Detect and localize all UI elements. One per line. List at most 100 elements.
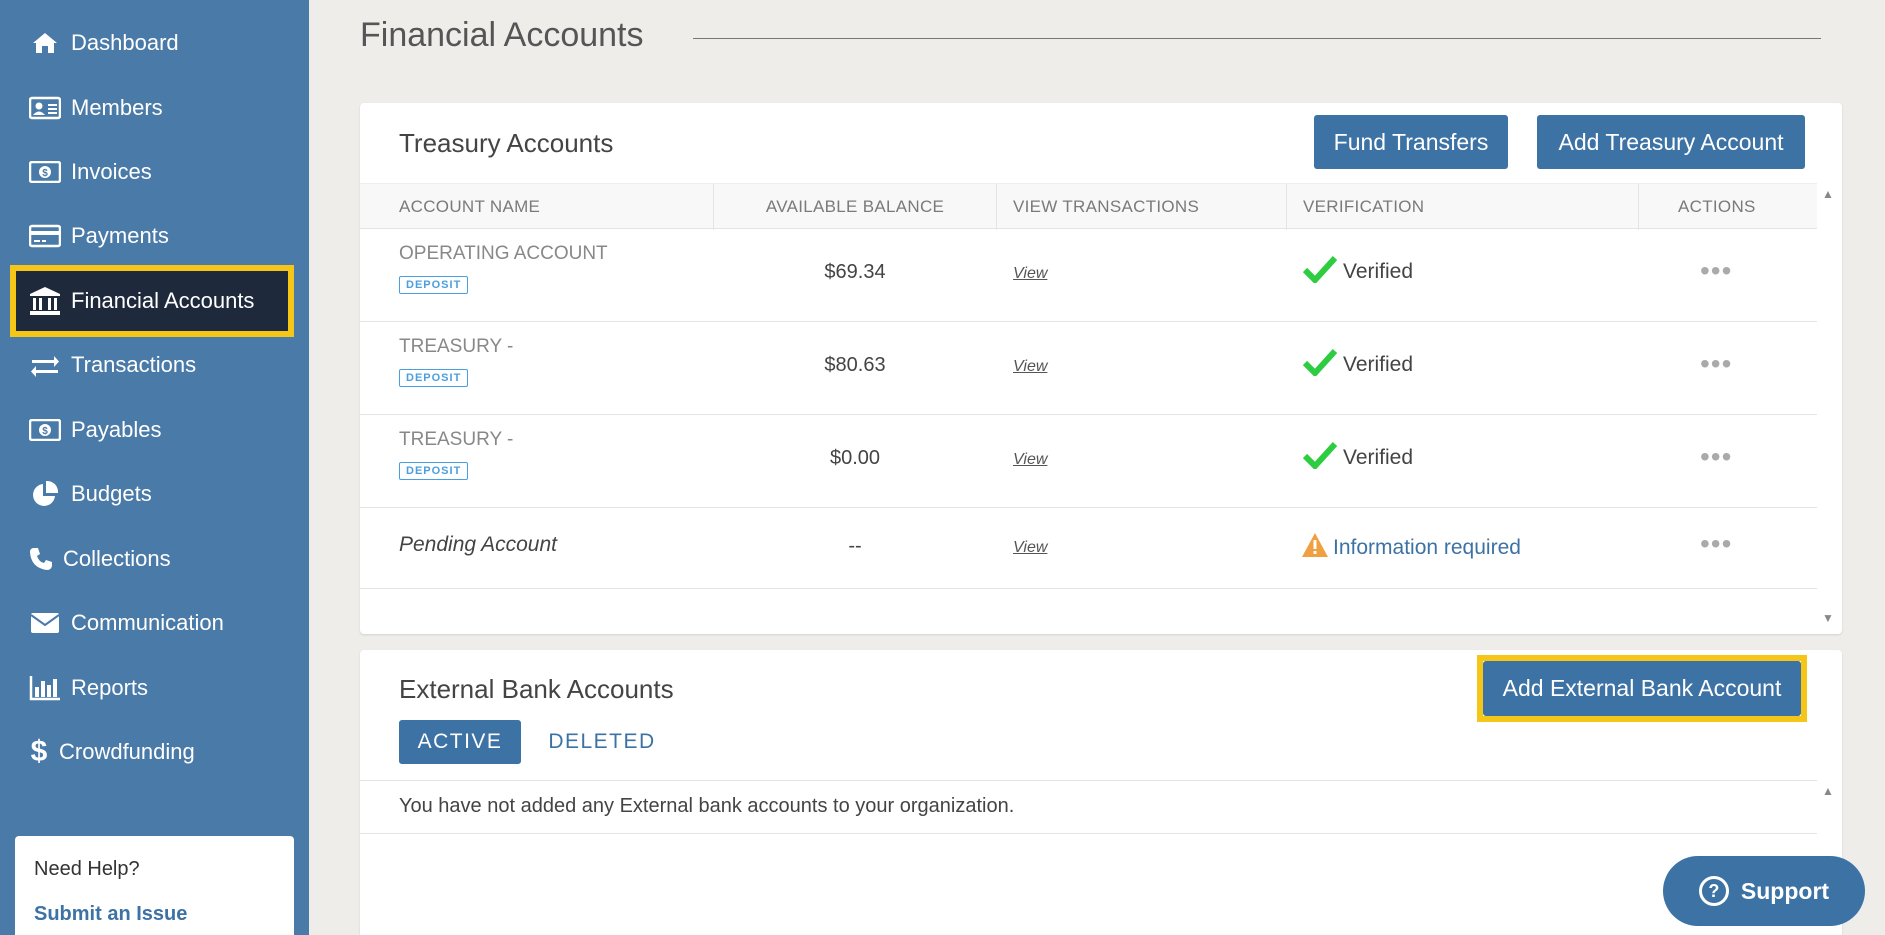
dollar-icon: $ — [30, 735, 48, 768]
sidebar-item-label: Payables — [71, 417, 162, 442]
table-row: TREASURY - DEPOSIT $0.00 View Verified •… — [360, 415, 1817, 508]
verification-label: Verified — [1343, 446, 1414, 469]
divider — [360, 780, 1817, 781]
sidebar-item-communication[interactable]: Communication — [0, 595, 309, 651]
sidebar-item-crowdfunding[interactable]: $ Crowdfunding — [0, 724, 309, 780]
view-transactions-link[interactable]: View — [1013, 358, 1047, 376]
fund-transfers-button[interactable]: Fund Transfers — [1314, 115, 1508, 169]
deposit-badge: DEPOSIT — [399, 462, 469, 480]
sidebar-item-label: Collections — [63, 546, 171, 571]
money-icon: $ — [29, 416, 61, 444]
column-divider — [996, 184, 997, 230]
verification-status[interactable]: Information required — [1301, 532, 1521, 564]
sidebar-item-label: Communication — [71, 610, 224, 635]
bank-icon — [29, 287, 61, 315]
sidebar-item-budgets[interactable]: Budgets — [0, 466, 309, 522]
verification-status: Verified — [1302, 255, 1414, 289]
sidebar-item-label: Invoices — [71, 159, 152, 184]
view-transactions-link[interactable]: View — [1013, 265, 1047, 283]
sidebar-item-invoices[interactable]: $ Invoices — [0, 144, 309, 200]
pie-chart-icon — [29, 480, 61, 508]
add-treasury-account-button[interactable]: Add Treasury Account — [1537, 115, 1805, 169]
column-actions: ACTIONS — [1678, 197, 1756, 216]
scroll-up-arrow-icon[interactable]: ▲ — [1822, 187, 1834, 201]
table-row: TREASURY - DEPOSIT $80.63 View Verified … — [360, 322, 1817, 415]
account-balance: $0.00 — [829, 447, 881, 469]
submit-issue-link[interactable]: Submit an Issue — [34, 903, 275, 926]
tab-deleted[interactable]: DELETED — [540, 720, 664, 764]
sidebar-item-label: Financial Accounts — [71, 288, 255, 313]
bar-chart-icon — [29, 674, 61, 702]
credit-card-icon — [29, 222, 61, 250]
empty-state-message: You have not added any External bank acc… — [399, 795, 1015, 817]
page-title: Financial Accounts — [360, 16, 644, 54]
sidebar-item-label: Dashboard — [71, 30, 179, 55]
sidebar-item-payments[interactable]: Payments — [0, 208, 309, 264]
envelope-icon — [29, 609, 61, 637]
view-transactions-link[interactable]: View — [1013, 451, 1047, 469]
column-divider — [713, 184, 714, 230]
title-divider — [693, 38, 1821, 39]
exchange-icon — [29, 351, 61, 379]
account-balance: $80.63 — [824, 354, 886, 376]
home-icon — [29, 29, 61, 57]
support-label: Support — [1740, 877, 1830, 904]
highlight-frame: Add External Bank Account — [1477, 655, 1807, 722]
external-bank-accounts-title: External Bank Accounts — [399, 674, 674, 704]
account-balance: -- — [848, 535, 862, 557]
support-button[interactable]: ? Support — [1663, 856, 1865, 926]
view-transactions-link[interactable]: View — [1013, 539, 1047, 557]
treasury-accounts-card: Treasury Accounts Fund Transfers Add Tre… — [360, 103, 1842, 634]
tab-active[interactable]: ACTIVE — [399, 720, 521, 764]
account-name: OPERATING ACCOUNT — [399, 243, 608, 264]
id-card-icon — [29, 94, 61, 122]
table-row: Pending Account -- View Information requ… — [360, 508, 1817, 589]
sidebar: Dashboard Members $ Invoices Payments Fi… — [0, 0, 309, 935]
column-view-transactions: VIEW TRANSACTIONS — [1013, 197, 1200, 216]
account-name: TREASURY - — [399, 429, 514, 450]
scroll-up-arrow-icon[interactable]: ▲ — [1822, 784, 1834, 798]
sidebar-item-financial-accounts[interactable]: Financial Accounts — [10, 265, 294, 337]
sidebar-item-collections[interactable]: Collections — [0, 531, 309, 587]
account-balance: $69.34 — [824, 261, 886, 283]
treasury-accounts-title: Treasury Accounts — [399, 128, 614, 158]
deposit-badge: DEPOSIT — [399, 276, 469, 294]
deposit-badge: DEPOSIT — [399, 369, 469, 387]
checkmark-icon — [1302, 255, 1338, 289]
sidebar-item-label: Reports — [71, 675, 149, 700]
row-actions-menu[interactable]: ••• — [1700, 255, 1732, 287]
help-box: Need Help? Submit an Issue — [15, 836, 294, 935]
svg-text:$: $ — [42, 168, 48, 179]
sidebar-item-payables[interactable]: $ Payables — [0, 402, 309, 458]
verification-status: Verified — [1302, 441, 1414, 475]
add-external-bank-account-button[interactable]: Add External Bank Account — [1483, 661, 1801, 716]
money-icon: $ — [29, 158, 61, 186]
account-name: Pending Account — [399, 533, 558, 556]
help-title: Need Help? — [34, 858, 140, 880]
sidebar-item-reports[interactable]: Reports — [0, 660, 309, 716]
row-actions-menu[interactable]: ••• — [1700, 348, 1732, 380]
verification-label: Information required — [1333, 536, 1521, 559]
sidebar-item-label: Members — [71, 95, 163, 120]
verification-label: Verified — [1343, 260, 1414, 283]
verification-status: Verified — [1302, 348, 1413, 382]
checkmark-icon — [1302, 441, 1338, 475]
warning-icon — [1301, 532, 1329, 564]
table-header: ACCOUNT NAME AVAILABLE BALANCE VIEW TRAN… — [360, 183, 1817, 230]
column-divider — [1638, 184, 1639, 230]
column-verification: VERIFICATION — [1303, 197, 1425, 216]
sidebar-item-label: Transactions — [71, 352, 197, 377]
phone-icon — [29, 545, 53, 573]
column-account-name: ACCOUNT NAME — [399, 197, 541, 216]
row-actions-menu[interactable]: ••• — [1700, 528, 1732, 560]
column-divider — [1286, 184, 1287, 230]
account-name: TREASURY - — [399, 336, 514, 357]
sidebar-item-label: Budgets — [71, 481, 152, 506]
sidebar-item-transactions[interactable]: Transactions — [0, 337, 309, 393]
sidebar-item-dashboard[interactable]: Dashboard — [0, 15, 309, 71]
sidebar-item-members[interactable]: Members — [0, 80, 309, 136]
scroll-down-arrow-icon[interactable]: ▼ — [1822, 611, 1834, 625]
sidebar-item-label: Crowdfunding — [59, 739, 195, 764]
row-actions-menu[interactable]: ••• — [1700, 441, 1732, 473]
question-icon: ? — [1698, 876, 1729, 906]
